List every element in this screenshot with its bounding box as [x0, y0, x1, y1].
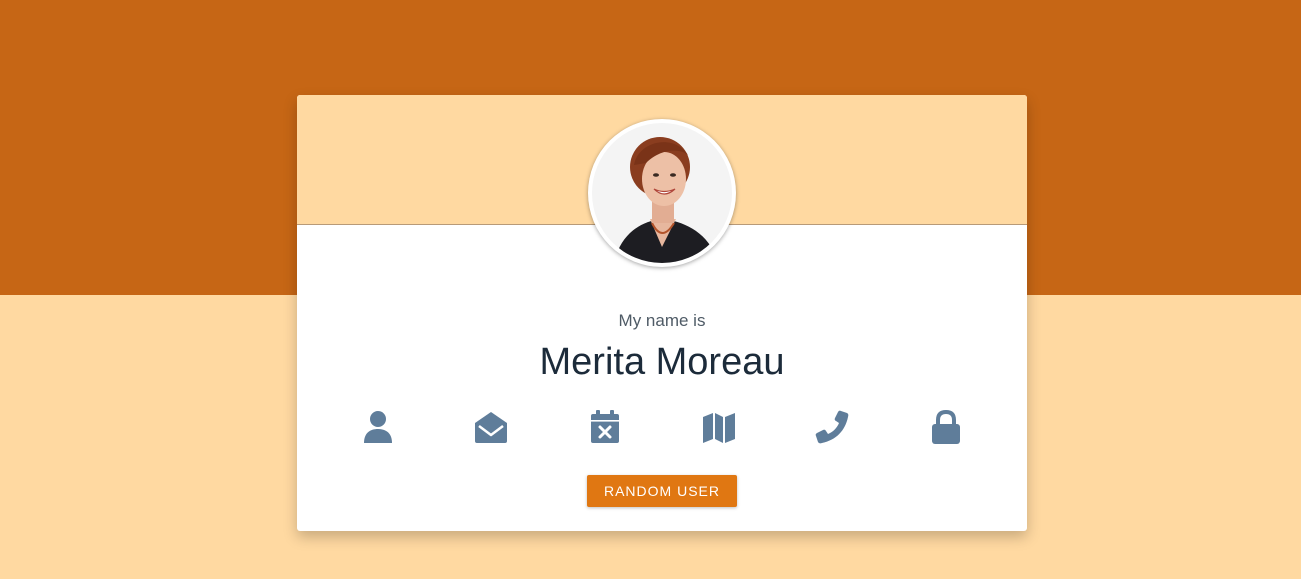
- user-icon[interactable]: [360, 409, 396, 445]
- lock-icon[interactable]: [928, 409, 964, 445]
- avatar: [588, 119, 736, 267]
- info-icon-bar: [297, 409, 1027, 445]
- avatar-image: [592, 123, 732, 263]
- envelope-open-icon[interactable]: [473, 409, 509, 445]
- page: My name is Merita Moreau RANDOM USER: [0, 0, 1301, 579]
- calendar-x-icon[interactable]: [587, 409, 623, 445]
- name-intro-label: My name is: [618, 311, 706, 330]
- user-name: Merita Moreau: [539, 341, 785, 383]
- user-card: My name is Merita Moreau RANDOM USER: [297, 95, 1027, 531]
- random-user-button[interactable]: RANDOM USER: [587, 475, 737, 507]
- map-icon[interactable]: [701, 409, 737, 445]
- phone-icon[interactable]: [814, 409, 850, 445]
